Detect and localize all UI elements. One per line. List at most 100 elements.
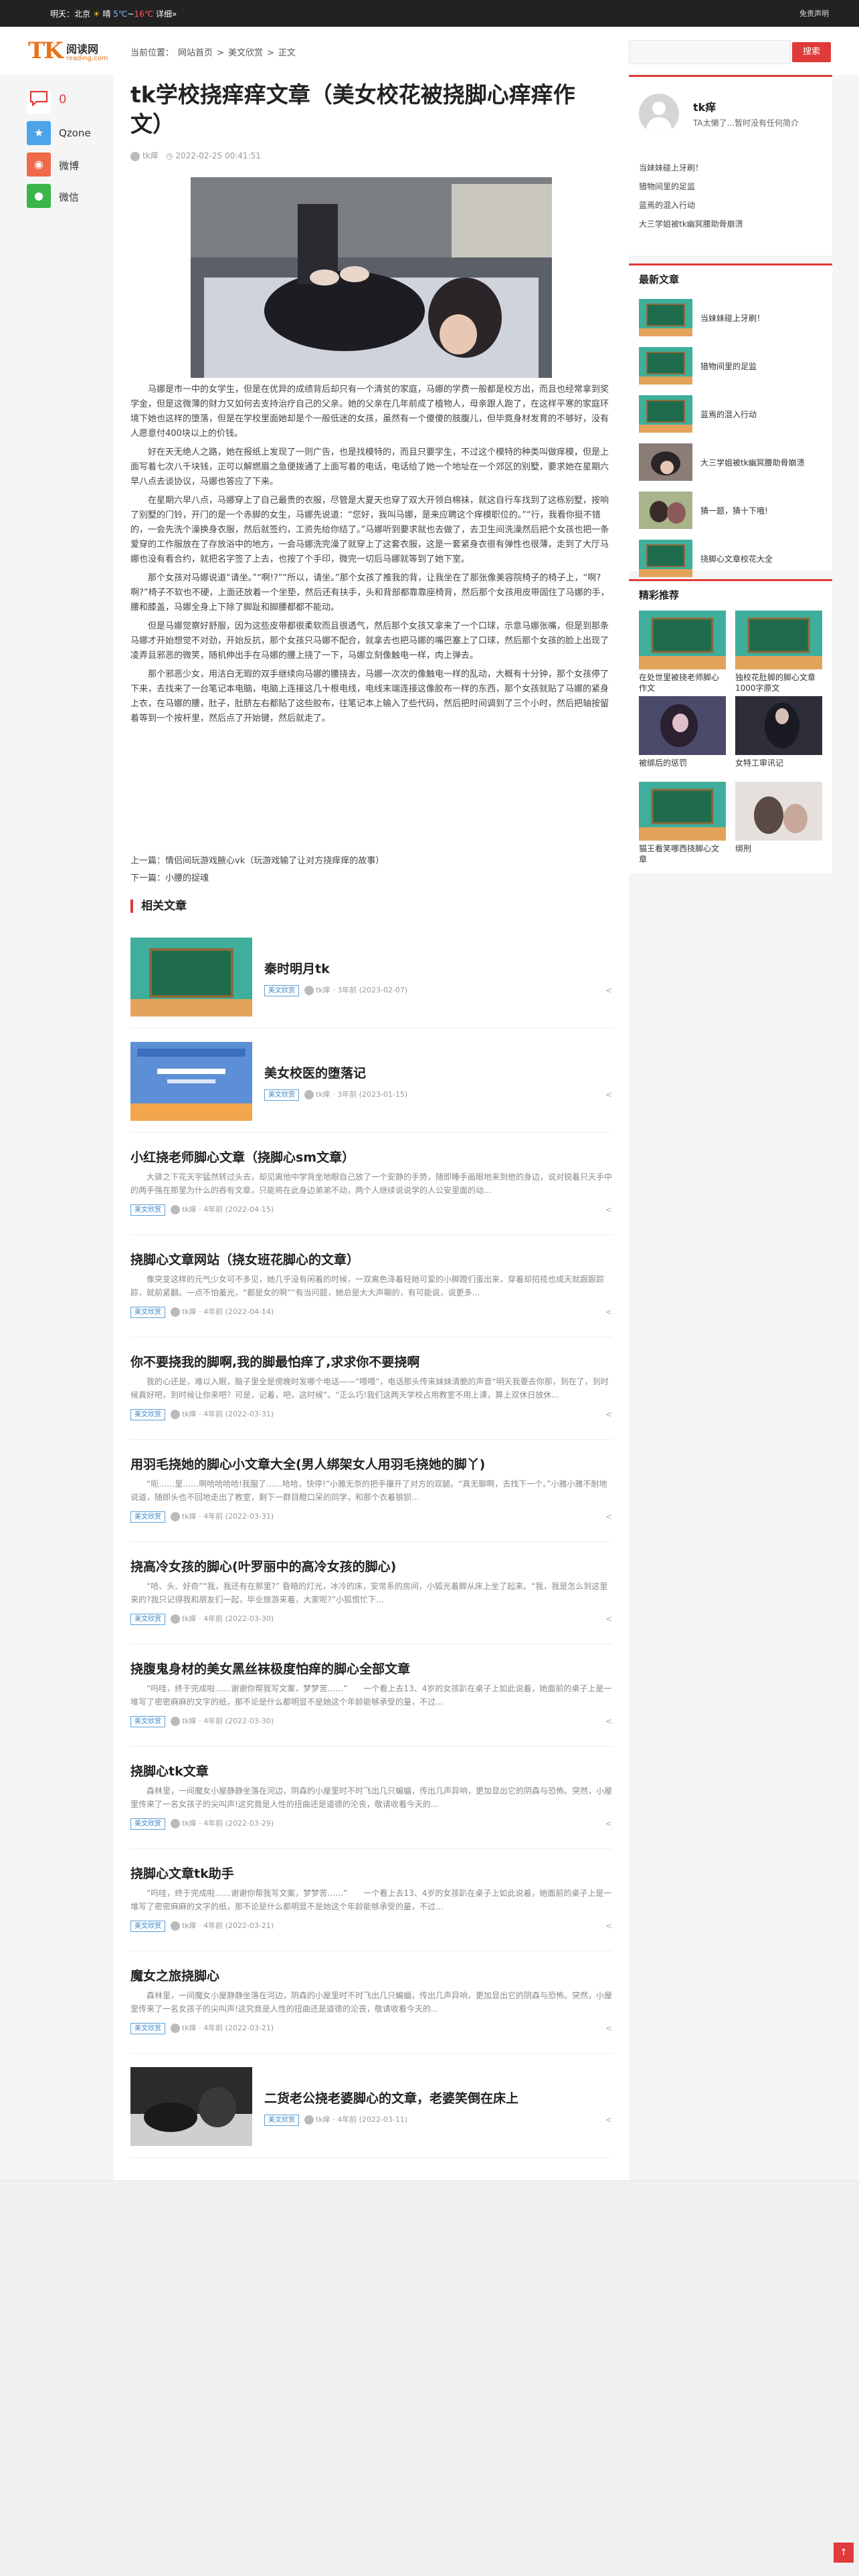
weather-detail-link[interactable]: 详细» xyxy=(156,9,177,19)
author-post-link[interactable]: 当妹妹碰上牙刷！ xyxy=(639,158,743,177)
latest-item[interactable]: 猎物间里的足监 xyxy=(639,347,826,385)
share-icon[interactable]: < xyxy=(605,2115,612,2125)
category-tag[interactable]: 美文欣赏 xyxy=(130,1613,165,1625)
latest-item[interactable]: 蓝焉的混入行动 xyxy=(639,395,826,433)
recommend-thumbnail[interactable] xyxy=(639,611,726,669)
share-icon[interactable]: < xyxy=(605,1307,612,1317)
disclaimer-link[interactable]: 免责声明 xyxy=(799,8,829,19)
share-icon[interactable]: < xyxy=(605,1717,612,1726)
recommend-thumbnail[interactable] xyxy=(735,782,822,841)
prev-article[interactable]: 上一篇：情侣间玩游戏腋心vk（玩游戏输了让对方挠痒痒的故事） xyxy=(130,853,384,870)
latest-thumbnail[interactable] xyxy=(639,347,692,385)
list-item-author[interactable]: tk痒 xyxy=(182,1921,197,1930)
list-item-title[interactable]: 挠腹鬼身材的美女黑丝袜极度怕痒的脚心全部文章 xyxy=(130,1659,410,1677)
share-weibo[interactable]: ◉ 微博 xyxy=(27,150,114,180)
search-input[interactable] xyxy=(629,40,791,64)
latest-item[interactable]: 猜一题，猜十下哦! xyxy=(639,492,826,529)
latest-thumbnail[interactable] xyxy=(639,299,692,336)
share-icon[interactable]: < xyxy=(605,1921,612,1931)
back-to-top-button[interactable]: ↑ xyxy=(834,2543,854,2563)
list-item-title[interactable]: 挠脚心文章tk助手 xyxy=(130,1864,234,1882)
breadcrumb-home[interactable]: 网站首页 xyxy=(178,48,213,58)
list-item[interactable]: 二货老公挠老婆脚心的文章，老婆笑倒在床上 美文欣赏 tk痒 · 4年前 (2022… xyxy=(130,2054,612,2158)
recommend-thumbnail[interactable] xyxy=(735,696,822,755)
list-item-title[interactable]: 美女校医的堕落记 xyxy=(264,1063,366,1081)
list-item-title[interactable]: 挠高冷女孩的脚心(叶罗丽中的高冷女孩的脚心) xyxy=(130,1557,396,1575)
next-article[interactable]: 下一篇：小腰的捉魂 xyxy=(130,870,384,887)
latest-title[interactable]: 大三学姐被tk幽冥腰助骨崩溃 xyxy=(700,457,805,468)
list-item-author[interactable]: tk痒 xyxy=(316,1090,330,1099)
share-icon[interactable]: < xyxy=(605,986,612,995)
category-tag[interactable]: 美文欣赏 xyxy=(130,1408,165,1420)
recommend-item[interactable]: 被绑后的惩罚 xyxy=(639,696,726,768)
share-icon[interactable]: < xyxy=(605,1090,612,1099)
category-tag[interactable]: 美文欣赏 xyxy=(130,2022,165,2034)
share-icon[interactable]: < xyxy=(605,1205,612,1214)
list-item[interactable]: 美女校医的堕落记 美文欣赏 tk痒 · 3年前 (2023-01-15) < xyxy=(130,1029,612,1133)
category-tag[interactable]: 美文欣赏 xyxy=(264,1089,299,1101)
share-icon[interactable]: < xyxy=(605,1819,612,1828)
prev-title[interactable]: 情侣间玩游戏腋心vk（玩游戏输了让对方挠痒痒的故事） xyxy=(165,856,384,866)
latest-title[interactable]: 挠脚心文章校花大全 xyxy=(700,553,773,564)
share-icon[interactable]: < xyxy=(605,1614,612,1624)
category-tag[interactable]: 美文欣赏 xyxy=(264,984,299,996)
list-item-title[interactable]: 秦时明月tk xyxy=(264,959,330,977)
recommend-title[interactable]: 女特工审讯记 xyxy=(735,758,822,768)
list-item-author[interactable]: tk痒 xyxy=(182,1717,197,1725)
list-item[interactable]: 挠脚心tk文章 森林里，一间魔女小屋静静坐落在河边，阴森的小屋里时不时飞出几只蝙… xyxy=(130,1747,612,1849)
list-item-title[interactable]: 小红挠老师脚心文章（挠脚心sm文章） xyxy=(130,1148,355,1166)
latest-item[interactable]: 大三学姐被tk幽冥腰助骨崩溃 xyxy=(639,443,826,481)
recommend-title[interactable]: 猫王看笑哪西挠脚心文章 xyxy=(639,843,726,865)
latest-thumbnail[interactable] xyxy=(639,540,692,577)
recommend-item[interactable]: 在处世里被挠老师脚心作文 xyxy=(639,611,726,693)
list-item-title[interactable]: 二货老公挠老婆脚心的文章，老婆笑倒在床上 xyxy=(264,2088,518,2107)
latest-title[interactable]: 猎物间里的足监 xyxy=(700,360,757,372)
list-item-author[interactable]: tk痒 xyxy=(182,1819,197,1828)
list-item-author[interactable]: tk痒 xyxy=(316,986,330,994)
recommend-item[interactable]: 独校花肚脚的脚心文章1000字原文 xyxy=(735,611,822,693)
recommend-item[interactable]: 猫王看笑哪西挠脚心文章 xyxy=(639,782,726,865)
comment-counter[interactable]: 0 xyxy=(27,87,114,117)
latest-thumbnail[interactable] xyxy=(639,443,692,481)
recommend-thumbnail[interactable] xyxy=(639,696,726,755)
list-item-author[interactable]: tk痒 xyxy=(182,1205,197,1214)
list-item-thumbnail[interactable] xyxy=(130,1042,252,1121)
share-icon[interactable]: < xyxy=(605,1410,612,1419)
latest-thumbnail[interactable] xyxy=(639,395,692,433)
list-item-title[interactable]: 魔女之旅挠脚心 xyxy=(130,1966,219,1984)
share-icon[interactable]: < xyxy=(605,2024,612,2033)
share-wechat[interactable]: ● 微信 xyxy=(27,181,114,211)
list-item[interactable]: 挠脚心文章网站（挠女班花脚心的文章） 像突变这样的元气少女可不多见，她几乎没有闲… xyxy=(130,1235,612,1337)
list-item-author[interactable]: tk痒 xyxy=(182,1307,197,1316)
list-item-title[interactable]: 用羽毛挠她的脚心小文章大全(男人绑架女人用羽毛挠她的脚丫) xyxy=(130,1455,485,1473)
list-item-thumbnail[interactable] xyxy=(130,938,252,1016)
avatar[interactable] xyxy=(639,94,679,134)
list-item-title[interactable]: 挠脚心tk文章 xyxy=(130,1761,209,1780)
category-tag[interactable]: 美文欣赏 xyxy=(264,2114,299,2126)
search-button[interactable]: 搜索 xyxy=(792,42,831,62)
list-item[interactable]: 挠腹鬼身材的美女黑丝袜极度怕痒的脚心全部文章 “吗哇，终于完成啦……谢谢你帮我写… xyxy=(130,1644,612,1747)
list-item[interactable]: 挠脚心文章tk助手 “吗哇，终于完成啦……谢谢你帮我写文案，梦梦苦……” 一个看… xyxy=(130,1849,612,1951)
list-item-author[interactable]: tk痒 xyxy=(316,2115,330,2124)
share-qzone[interactable]: ★ Qzone xyxy=(27,118,114,148)
latest-thumbnail[interactable] xyxy=(639,492,692,529)
list-item-author[interactable]: tk痒 xyxy=(182,1410,197,1418)
article-author[interactable]: tk痒 xyxy=(142,151,159,160)
author-post-link[interactable]: 蓝焉的混入行动 xyxy=(639,196,743,215)
latest-title[interactable]: 蓝焉的混入行动 xyxy=(700,409,757,420)
next-title[interactable]: 小腰的捉魂 xyxy=(165,873,209,883)
list-item-author[interactable]: tk痒 xyxy=(182,1512,197,1521)
list-item[interactable]: 魔女之旅挠脚心 森林里，一间魔女小屋静静坐落在河边，阴森的小屋里时不时飞出几只蝙… xyxy=(130,1951,612,2054)
list-item-author[interactable]: tk痒 xyxy=(182,2024,197,2032)
list-item[interactable]: 用羽毛挠她的脚心小文章大全(男人绑架女人用羽毛挠她的脚丫) “呃……里……啊哈哈… xyxy=(130,1440,612,1542)
author-name[interactable]: tk痒 xyxy=(693,98,716,114)
category-tag[interactable]: 美文欣赏 xyxy=(130,1920,165,1932)
recommend-title[interactable]: 绑刑 xyxy=(735,843,822,854)
list-item[interactable]: 你不要挠我的脚啊,我的脚最怕痒了,求求你不要挠啊 我的心还是，难以入眠，脑子里全… xyxy=(130,1337,612,1440)
category-tag[interactable]: 美文欣赏 xyxy=(130,1511,165,1523)
author-post-link[interactable]: 猎物间里的足监 xyxy=(639,177,743,196)
latest-title[interactable]: 当妹妹碰上牙刷！ xyxy=(700,312,765,324)
latest-item[interactable]: 挠脚心文章校花大全 xyxy=(639,540,826,577)
site-logo[interactable]: TK 阅读网 reading.com xyxy=(28,37,122,66)
recommend-title[interactable]: 被绑后的惩罚 xyxy=(639,758,726,768)
